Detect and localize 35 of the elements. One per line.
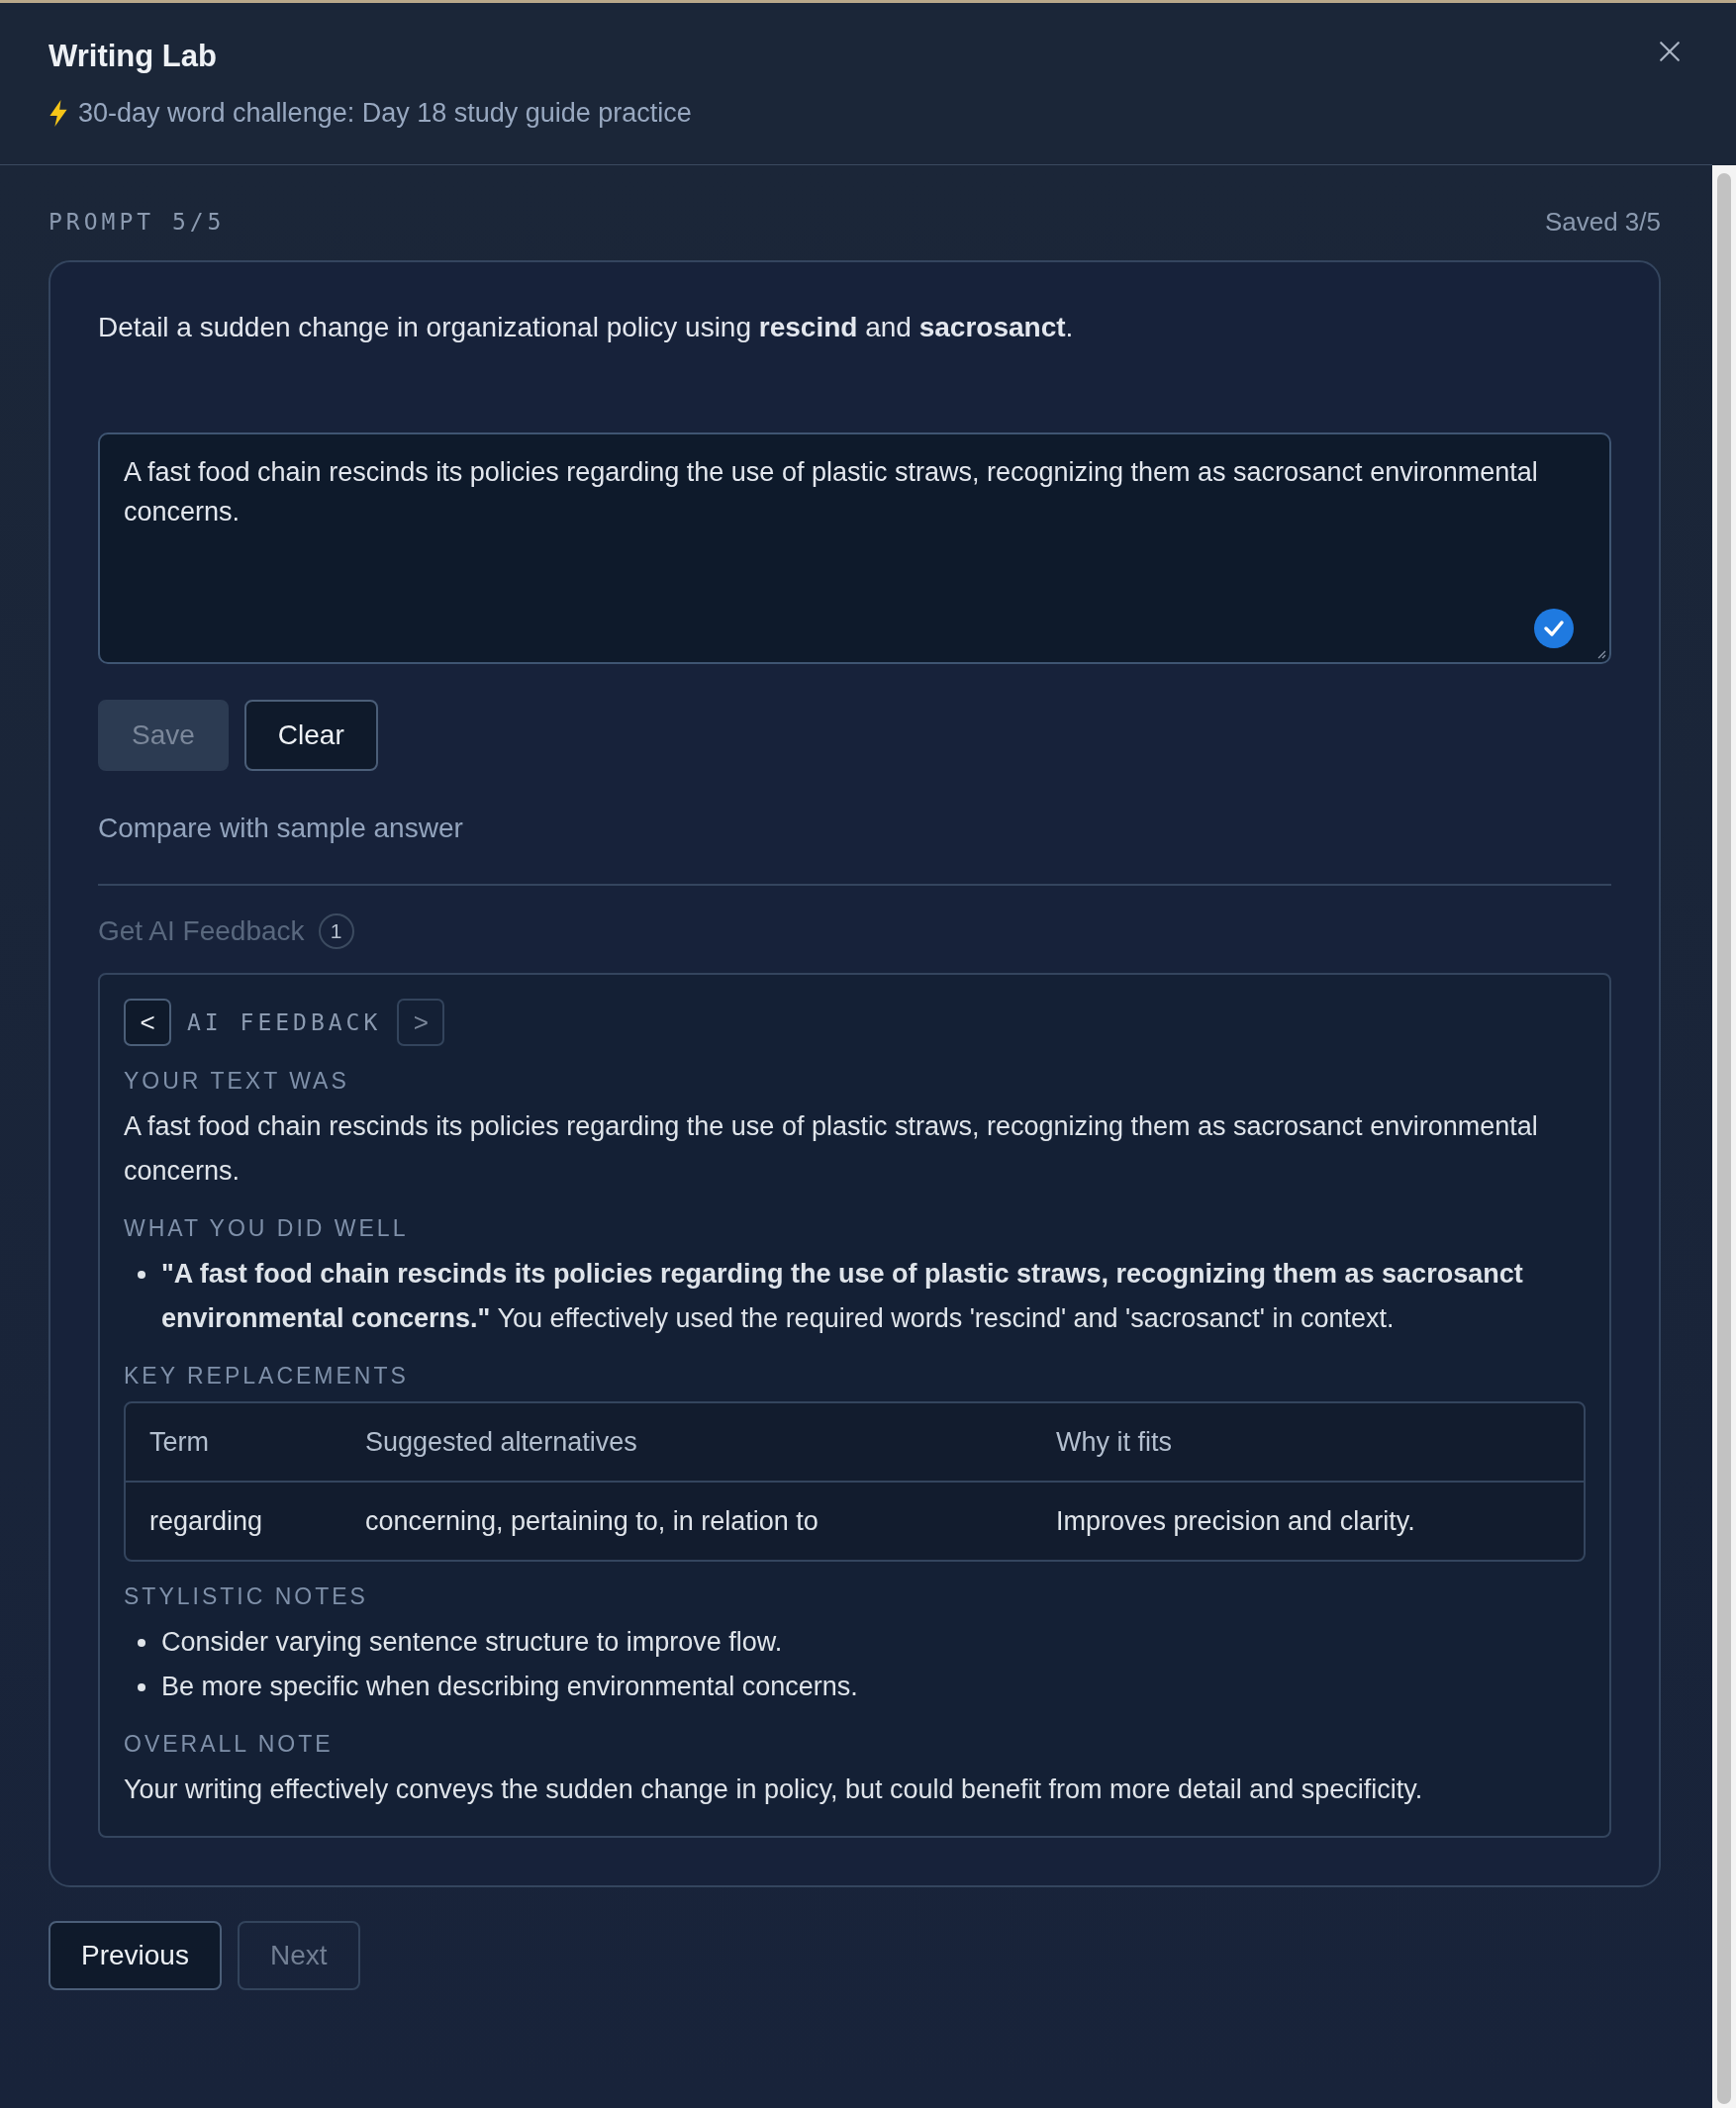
feedback-bullet: Be more specific when describing environmental concerns. [161, 1671, 858, 1703]
column-header: Why it fits [1056, 1426, 1173, 1458]
answer-field[interactable]: A fast food chain rescinds its policies regarding the use of plastic straws, recognizing them as sacrosanct environmental concerns. [98, 432, 1611, 664]
nav-button[interactable]: Previous [48, 1921, 222, 1990]
count-badge: 1 [318, 913, 354, 949]
feedback-text: A fast food chain rescinds its policies regarding the use of plastic straws, recognizing them as sacrosanct environmental concerns. [124, 1110, 1539, 1188]
compare-link[interactable]: Compare with sample answer [98, 813, 1611, 844]
dialog-title: Writing Lab [48, 39, 218, 74]
bullet-icon [138, 1683, 145, 1691]
action-button[interactable]: Clear [243, 700, 378, 771]
bullet-icon [138, 1271, 145, 1279]
feedback-text: Your writing effectively conveys the sudden change in policy, but could benefit from more detail and specificity. [124, 1773, 1424, 1806]
previous-feedback-button[interactable]: < [124, 999, 171, 1046]
table-cell-text: Improves precision and clarity. [1056, 1505, 1416, 1537]
bullet-icon [138, 1639, 145, 1647]
table-cell-text: regarding [149, 1505, 264, 1537]
column-header: Term [149, 1426, 210, 1458]
section-heading: STYLISTIC NOTES [124, 1583, 369, 1610]
section-heading: OVERALL NOTE [124, 1731, 335, 1758]
column-header: Suggested alternatives [365, 1426, 638, 1458]
lightning-icon [48, 100, 68, 127]
resize-grip-icon [1596, 649, 1606, 659]
section-heading: WHAT YOU DID WELL [124, 1215, 410, 1242]
saved-count: Saved 3/5 [1544, 206, 1661, 238]
prompt-counter: PROMPT 5/5 [48, 209, 226, 235]
table-cell-text: concerning, pertaining to, in relation to [365, 1505, 820, 1537]
prompt-text: Detail a sudden change in organizational policy using rescind and sacrosanct. [98, 312, 1075, 343]
feedback-title: AI FEEDBACK [187, 1009, 382, 1035]
challenge-subtitle: 30-day word challenge: Day 18 study guide practice [78, 98, 692, 129]
scrollbar-thumb[interactable] [1717, 173, 1731, 2104]
section-heading: YOUR TEXT WAS [124, 1068, 350, 1095]
section-heading: KEY REPLACEMENTS [124, 1363, 410, 1389]
close-icon[interactable] [1659, 41, 1681, 62]
feedback-bullet: Consider varying sentence structure to improve flow. [161, 1626, 783, 1659]
feedback-bullet: "A fast food chain rescinds its policies regarding the use of plastic straws, recognizing them as sacrosanct environmental concerns." You effectively used the required words 'rescind' and 'sacrosanct' in context. [161, 1258, 1524, 1335]
